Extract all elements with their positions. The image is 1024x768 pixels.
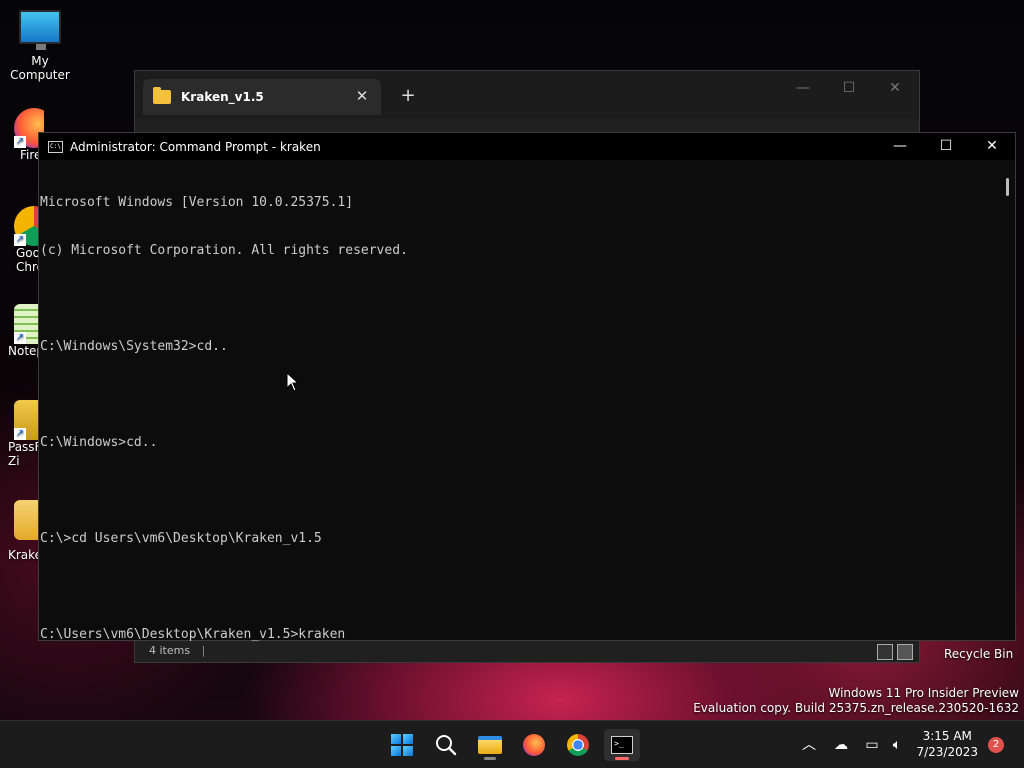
cmd-title-bar[interactable]: C:\ Administrator: Command Prompt - krak… <box>39 133 1015 160</box>
console-line: C:\Windows>cd.. <box>40 435 158 450</box>
scroll-thumb[interactable] <box>1006 178 1009 196</box>
close-icon[interactable]: ✕ <box>875 77 915 99</box>
console-line: Microsoft Windows [Version 10.0.25375.1] <box>40 195 354 210</box>
desktop-icon-my-computer[interactable]: My Computer <box>0 10 80 82</box>
maximize-icon[interactable]: ☐ <box>829 77 869 99</box>
minimize-icon[interactable]: — <box>877 133 923 160</box>
running-indicator <box>484 757 496 760</box>
terminal-icon: >_ <box>611 736 633 754</box>
console-line: C:\>cd Users\vm6\Desktop\Kraken_v1.5 <box>40 531 322 546</box>
new-tab-icon[interactable]: + <box>397 85 419 107</box>
console-line: C:\Windows\System32>cd.. <box>40 339 228 354</box>
clock-time: 3:15 AM <box>922 729 972 743</box>
watermark-line: Windows 11 Pro Insider Preview <box>828 686 1019 700</box>
close-tab-icon[interactable]: ✕ <box>351 85 373 107</box>
explorer-tab[interactable]: Kraken_v1.5 ✕ <box>143 79 381 115</box>
desktop-icon-label: My Computer <box>10 54 70 82</box>
search-icon <box>436 735 457 756</box>
shortcut-arrow-icon: ↗ <box>14 332 26 344</box>
shortcut-arrow-icon: ↗ <box>14 234 26 246</box>
shortcut-arrow-icon: ↗ <box>14 136 26 148</box>
windows-logo-icon <box>391 734 413 756</box>
shortcut-arrow-icon: ↗ <box>14 428 26 440</box>
volume-icon[interactable]: 🔈︎ <box>887 735 907 755</box>
console-scrollbar[interactable] <box>1001 160 1015 640</box>
notification-badge[interactable]: 2 <box>988 737 1004 753</box>
close-icon[interactable]: ✕ <box>969 133 1015 160</box>
taskbar: >_ ︿ ☁ ▭ 🔈︎ 3:15 AM 7/23/2023 2 <box>0 720 1024 768</box>
explorer-tab-bar: Kraken_v1.5 ✕ + — ☐ ✕ <box>135 71 919 119</box>
maximize-icon[interactable]: ☐ <box>923 133 969 160</box>
chrome-icon <box>567 734 589 756</box>
folder-icon <box>478 736 502 754</box>
console-output[interactable]: Microsoft Windows [Version 10.0.25375.1]… <box>39 163 1001 642</box>
firefox-taskbar-button[interactable] <box>516 729 552 761</box>
chrome-taskbar-button[interactable] <box>560 729 596 761</box>
chevron-up-icon[interactable]: ︿ <box>799 735 819 755</box>
cmd-taskbar-button[interactable]: >_ <box>604 729 640 761</box>
mouse-cursor-icon <box>286 372 300 392</box>
running-indicator <box>615 757 629 760</box>
clock-date: 7/23/2023 <box>916 745 978 759</box>
cmd-app-icon: C:\ <box>48 140 63 153</box>
taskbar-clock[interactable]: 3:15 AM 7/23/2023 <box>916 728 978 760</box>
network-icon[interactable]: ▭ <box>862 735 882 755</box>
windows-watermark: Windows 11 Pro Insider Preview Evaluatio… <box>693 686 1019 716</box>
console-line: (c) Microsoft Corporation. All rights re… <box>40 243 408 258</box>
folder-icon <box>153 87 171 104</box>
minimize-icon[interactable]: — <box>783 77 823 99</box>
search-button[interactable] <box>428 729 464 761</box>
cmd-window-title: Administrator: Command Prompt - kraken <box>70 139 321 154</box>
explorer-tab-label: Kraken_v1.5 <box>181 90 264 104</box>
file-explorer-taskbar-button[interactable] <box>472 729 508 761</box>
firefox-icon <box>523 734 545 756</box>
console-line: C:\Users\vm6\Desktop\Kraken_v1.5>kraken <box>40 627 346 642</box>
start-button[interactable] <box>384 729 420 761</box>
recycle-bin-label[interactable]: Recycle Bin <box>944 647 1013 661</box>
monitor-icon <box>19 10 61 50</box>
watermark-line: Evaluation copy. Build 25375.zn_release.… <box>693 701 1019 715</box>
command-prompt-window[interactable]: C:\ Administrator: Command Prompt - krak… <box>38 132 1016 642</box>
onedrive-offline-icon[interactable]: ☁ <box>831 735 851 755</box>
